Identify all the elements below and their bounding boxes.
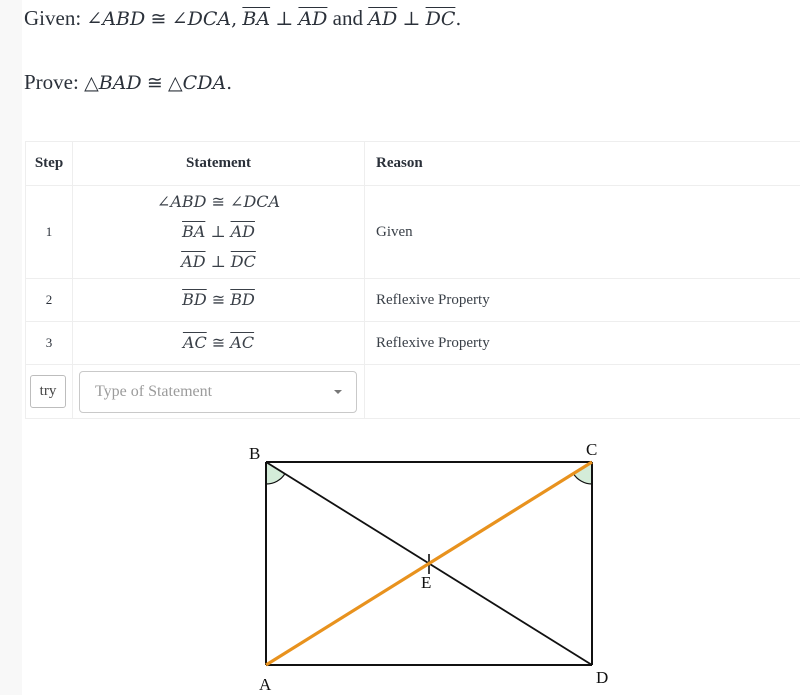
geometry-diagram: B C A D E xyxy=(249,440,608,694)
point-label-e: E xyxy=(421,573,431,592)
point-label-b: B xyxy=(249,444,260,463)
point-label-d: D xyxy=(596,668,608,687)
point-label-a: A xyxy=(259,675,272,694)
point-label-c: C xyxy=(586,440,597,459)
